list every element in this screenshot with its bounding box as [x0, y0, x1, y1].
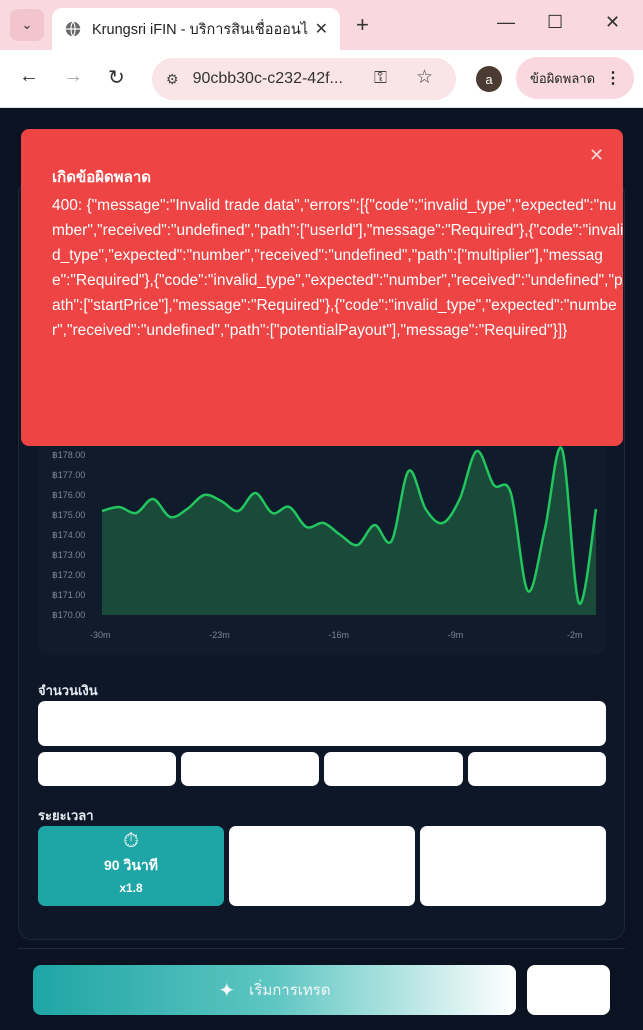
start-trade-button[interactable]: ✦ เริ่มการเทรด [33, 965, 516, 1015]
y-tick-label: ฿175.00 [52, 510, 85, 520]
reload-icon[interactable]: ↻ [108, 65, 125, 90]
address-bar[interactable]: ⚙ 90cbb30c-c232-42f... ⚿ ☆ [152, 58, 456, 100]
duration-option-multiplier: x1.8 [119, 881, 143, 895]
key-icon[interactable]: ⚿ [374, 68, 387, 88]
tab-close-icon[interactable]: ✕ [315, 19, 328, 39]
y-tick-label: ฿170.00 [52, 610, 85, 620]
browser-toolbar: ← → ↻ ⚙ 90cbb30c-c232-42f... ⚿ ☆ a ข้อผิ… [0, 50, 643, 108]
y-tick-label: ฿178.00 [52, 450, 85, 460]
x-tick-label: -30m [90, 630, 111, 640]
more-vert-icon: ⋮ [605, 70, 622, 87]
error-menu-chip[interactable]: ข้อผิดพลาด ⋮ [516, 57, 634, 99]
y-tick-label: ฿174.00 [52, 530, 85, 540]
y-tick-label: ฿173.00 [52, 550, 85, 560]
chevron-down-icon: ⌄ [21, 17, 33, 32]
x-tick-label: -23m [209, 630, 230, 640]
amount-label: จำนวนเงิน [38, 683, 98, 698]
start-trade-label: เริ่มการเทรด [249, 982, 331, 999]
duration-option-selected[interactable]: ⏱ 90 วินาที x1.8 [38, 826, 224, 906]
star-icon[interactable]: ☆ [416, 66, 433, 89]
error-banner-title: เกิดข้อผิดพลาด [52, 169, 151, 186]
tab-title: Krungsri iFIN - บริการสินเชื่อออนไลน์ [92, 21, 308, 38]
price-chart-svg: ฿178.00 ฿177.00 ฿176.00 ฿175.00 ฿174.00 ฿173.… [52, 446, 598, 640]
browser-tab[interactable]: Krungsri iFIN - บริการสินเชื่อออนไลน์ ✕ [52, 8, 340, 50]
x-tick-label: -2m [567, 630, 583, 640]
browser-tab-bar: ⌄ Krungsri iFIN - บริการสินเชื่อออนไลน์ … [0, 0, 643, 50]
divider [18, 948, 625, 949]
y-tick-label: ฿176.00 [52, 490, 85, 500]
sparkles-icon: ✦ [218, 979, 236, 1002]
address-url: 90cbb30c-c232-42f... [192, 70, 343, 87]
window-close-icon[interactable]: ✕ [605, 12, 620, 33]
amount-preset-3[interactable] [324, 752, 463, 786]
duration-option-title: 90 วินาที [104, 857, 158, 873]
close-icon[interactable]: ✕ [589, 145, 604, 166]
error-chip-label: ข้อผิดพลาด [530, 70, 596, 86]
price-chart: ฿178.00 ฿177.00 ฿176.00 ฿175.00 ฿174.00 ฿173.… [38, 440, 606, 655]
x-tick-label: -16m [328, 630, 349, 640]
y-tick-label: ฿172.00 [52, 570, 85, 580]
amount-preset-1[interactable] [38, 752, 176, 786]
y-tick-label: ฿177.00 [52, 470, 85, 480]
site-settings-icon[interactable]: ⚙ [166, 71, 179, 88]
duration-option-3[interactable] [420, 826, 606, 906]
x-tick-label: -9m [448, 630, 464, 640]
stopwatch-icon: ⏱ [123, 830, 139, 852]
duration-label: ระยะเวลา [38, 808, 94, 823]
amount-input[interactable] [38, 701, 606, 746]
error-banner: เกิดข้อผิดพลาด ✕ 400: {"message":"Invali… [21, 129, 623, 446]
profile-avatar[interactable]: a [476, 66, 502, 92]
price-area-fill [102, 447, 596, 615]
minimize-icon[interactable]: — [497, 12, 515, 33]
duration-option-2[interactable] [229, 826, 415, 906]
back-arrow-icon[interactable]: ← [19, 65, 39, 88]
amount-preset-4[interactable] [468, 752, 606, 786]
forward-arrow-icon[interactable]: → [63, 65, 83, 88]
tab-search-button[interactable]: ⌄ [10, 9, 44, 41]
y-tick-label: ฿171.00 [52, 590, 85, 600]
amount-preset-2[interactable] [181, 752, 319, 786]
globe-icon [65, 21, 81, 37]
secondary-button[interactable] [527, 965, 610, 1015]
error-banner-message: 400: {"message":"Invalid trade data","er… [52, 197, 624, 339]
new-tab-icon[interactable]: + [356, 12, 369, 38]
maximize-icon[interactable]: ☐ [547, 12, 563, 33]
